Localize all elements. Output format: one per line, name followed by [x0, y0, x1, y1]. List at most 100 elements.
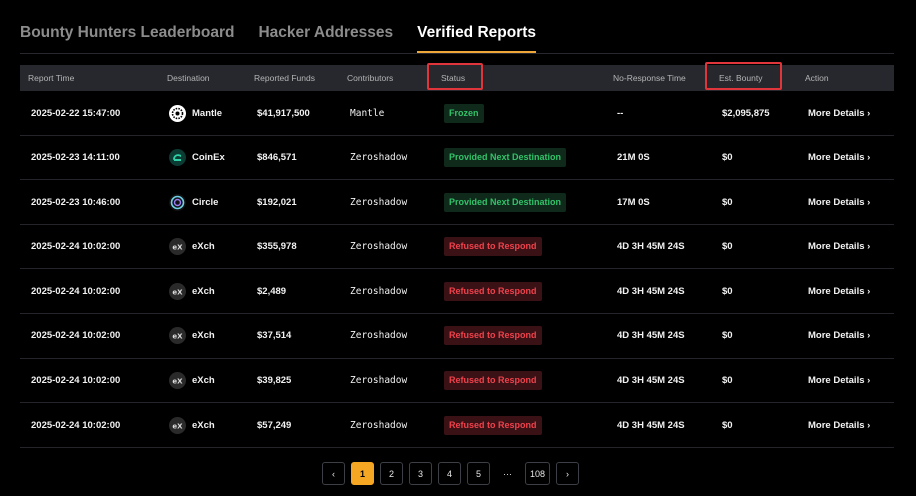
header-destination[interactable]: Destination [167, 65, 210, 91]
contributor: Zeroshadow [350, 419, 408, 431]
contributor: Zeroshadow [350, 152, 408, 164]
table-row: 2025-02-24 10:02:00 eX eXch $57,249 Zeroshad… [20, 403, 894, 448]
page-button-2[interactable]: 2 [380, 462, 403, 485]
more-details-link[interactable]: More Details › [808, 359, 870, 403]
header-report-time[interactable]: Report Time [28, 65, 74, 91]
tab-bounty-hunters-leaderboard[interactable]: Bounty Hunters Leaderboard [20, 22, 234, 53]
report-time: 2025-02-24 10:02:00 [31, 241, 121, 253]
status-badge: Refused to Respond [444, 237, 542, 257]
prev-page-button[interactable]: ‹ [322, 462, 345, 485]
destination[interactable]: eX eXch [169, 403, 215, 447]
status-cell: Refused to Respond [444, 314, 542, 358]
status-badge: Refused to Respond [444, 371, 542, 391]
destination[interactable]: Circle [169, 180, 218, 224]
contributor: Zeroshadow [350, 285, 408, 297]
status-cell: Refused to Respond [444, 225, 542, 269]
exch-icon: eX [169, 372, 186, 390]
table-row: 2025-02-24 10:02:00 eX eXch $2,489 Zeroshado… [20, 269, 894, 314]
destination-name: Mantle [192, 107, 223, 119]
pagination-ellipsis: ··· [496, 462, 519, 485]
destination-name: eXch [192, 330, 215, 342]
reported-funds: $192,021 [257, 196, 297, 208]
status-cell: Frozen [444, 91, 484, 135]
svg-text:eX: eX [172, 422, 183, 430]
est-bounty: $0 [722, 285, 733, 297]
destination-name: Circle [192, 196, 219, 208]
more-details-link[interactable]: More Details › [808, 403, 870, 447]
header-contributors[interactable]: Contributors [347, 65, 393, 91]
table-body: 2025-02-22 15:47:00 Mantle $41,917,500 Mant… [20, 91, 894, 448]
tabs-divider [20, 53, 894, 54]
tab-hacker-addresses[interactable]: Hacker Addresses [258, 22, 393, 53]
mantle-icon [169, 104, 186, 122]
status-badge: Frozen [444, 103, 484, 123]
verified-reports-table: Report Time Destination Reported Funds C… [20, 65, 894, 448]
destination[interactable]: eX eXch [169, 359, 215, 403]
est-bounty-header-highlight [705, 62, 782, 90]
more-details-link[interactable]: More Details › [808, 180, 870, 224]
destination[interactable]: eX eXch [169, 269, 215, 313]
header-reported-funds[interactable]: Reported Funds [254, 65, 315, 91]
destination-name: eXch [192, 241, 215, 253]
more-details-link[interactable]: More Details › [808, 269, 870, 313]
destination-name: CoinEx [192, 152, 225, 164]
destination-name: eXch [192, 285, 215, 297]
more-details-link[interactable]: More Details › [808, 225, 870, 269]
exch-icon: eX [169, 282, 186, 300]
header-no-response-time[interactable]: No-Response Time [613, 65, 686, 91]
page-button-4[interactable]: 4 [438, 462, 461, 485]
reported-funds: $41,917,500 [257, 107, 310, 119]
status-cell: Provided Next Destination [444, 180, 567, 224]
est-bounty: $0 [722, 330, 733, 342]
status-cell: Refused to Respond [444, 269, 542, 313]
destination[interactable]: eX eXch [169, 314, 215, 358]
destination[interactable]: Mantle [169, 91, 222, 135]
svg-text:eX: eX [172, 244, 183, 252]
more-details-link[interactable]: More Details › [808, 314, 870, 358]
contributor: Zeroshadow [350, 196, 408, 208]
est-bounty: $0 [722, 375, 733, 387]
est-bounty: $0 [722, 152, 733, 164]
reported-funds: $355,978 [257, 241, 297, 253]
no-response-time: 17M 0S [617, 196, 650, 208]
page-button-108[interactable]: 108 [525, 462, 550, 485]
report-tabs: Bounty Hunters Leaderboard Hacker Addres… [20, 22, 536, 53]
page-button-1[interactable]: 1 [351, 462, 374, 485]
exch-icon: eX [169, 416, 186, 434]
est-bounty: $0 [722, 196, 733, 208]
destination-name: eXch [192, 375, 215, 387]
page-button-5[interactable]: 5 [467, 462, 490, 485]
header-action: Action [805, 73, 829, 83]
reported-funds: $37,514 [257, 330, 292, 342]
svg-text:eX: eX [172, 378, 183, 386]
reported-funds: $39,825 [257, 375, 292, 387]
contributor: Zeroshadow [350, 375, 408, 387]
coinex-icon [169, 149, 186, 167]
status-badge: Provided Next Destination [444, 148, 567, 168]
exch-icon: eX [169, 238, 186, 256]
no-response-time: 4D 3H 45M 24S [617, 285, 685, 297]
contributor: Zeroshadow [350, 241, 408, 253]
report-time: 2025-02-24 10:02:00 [31, 419, 121, 431]
pagination: ‹ 1 2 3 4 5 ··· 108 › [322, 462, 579, 485]
status-header-highlight [427, 63, 483, 90]
svg-text:eX: eX [172, 333, 183, 341]
reported-funds: $2,489 [257, 285, 287, 297]
page-button-3[interactable]: 3 [409, 462, 432, 485]
more-details-link[interactable]: More Details › [808, 91, 870, 135]
status-badge: Provided Next Destination [444, 192, 567, 212]
status-badge: Refused to Respond [444, 415, 542, 435]
destination[interactable]: CoinEx [169, 136, 225, 180]
no-response-time: 4D 3H 45M 24S [617, 419, 685, 431]
est-bounty: $0 [722, 419, 733, 431]
table-row: 2025-02-23 10:46:00 Circle $192,021 Zerosha… [20, 180, 894, 225]
reported-funds: $846,571 [257, 152, 297, 164]
next-page-button[interactable]: › [556, 462, 579, 485]
more-details-link[interactable]: More Details › [808, 136, 870, 180]
no-response-time: -- [617, 107, 624, 119]
tab-verified-reports[interactable]: Verified Reports [417, 22, 536, 53]
destination[interactable]: eX eXch [169, 225, 215, 269]
contributor: Zeroshadow [350, 330, 408, 342]
svg-text:eX: eX [172, 288, 183, 296]
report-time: 2025-02-24 10:02:00 [31, 285, 121, 297]
